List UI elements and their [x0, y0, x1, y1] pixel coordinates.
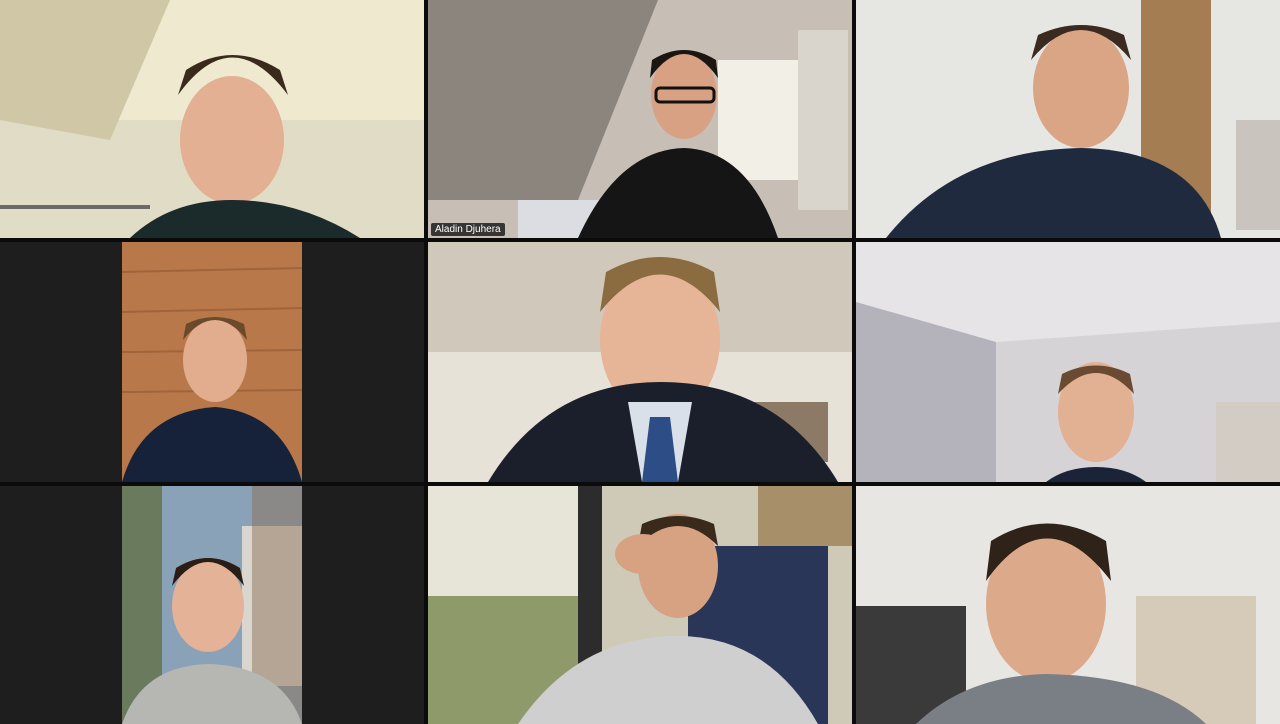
video-feed — [428, 242, 852, 482]
participant-tile-9[interactable] — [856, 486, 1280, 724]
participant-video — [856, 0, 1280, 238]
participant-video — [428, 242, 852, 482]
video-feed — [122, 242, 302, 482]
participant-tile-1[interactable] — [0, 0, 424, 238]
video-feed — [856, 242, 1280, 482]
participant-tile-2[interactable]: Aladin Djuhera — [428, 0, 852, 238]
participant-video — [856, 242, 1280, 482]
participant-tile-5[interactable] — [428, 242, 852, 482]
participant-video — [122, 242, 302, 482]
participant-tile-8[interactable] — [428, 486, 852, 724]
participant-video — [856, 486, 1280, 724]
video-feed — [428, 486, 852, 724]
video-feed — [0, 0, 424, 238]
video-gallery: Aladin Djuhera — [0, 0, 1280, 724]
participant-video — [428, 0, 852, 238]
video-feed — [122, 486, 302, 724]
participant-video — [122, 486, 302, 724]
participant-tile-6[interactable] — [856, 242, 1280, 482]
participant-tile-3[interactable] — [856, 0, 1280, 238]
video-feed — [856, 486, 1280, 724]
participant-video — [428, 486, 852, 724]
participant-tile-7[interactable] — [0, 486, 424, 724]
participant-video — [0, 0, 424, 238]
participant-name-label: Aladin Djuhera — [431, 223, 505, 236]
video-feed — [856, 0, 1280, 238]
participant-tile-4[interactable] — [0, 242, 424, 482]
video-feed — [428, 0, 852, 238]
